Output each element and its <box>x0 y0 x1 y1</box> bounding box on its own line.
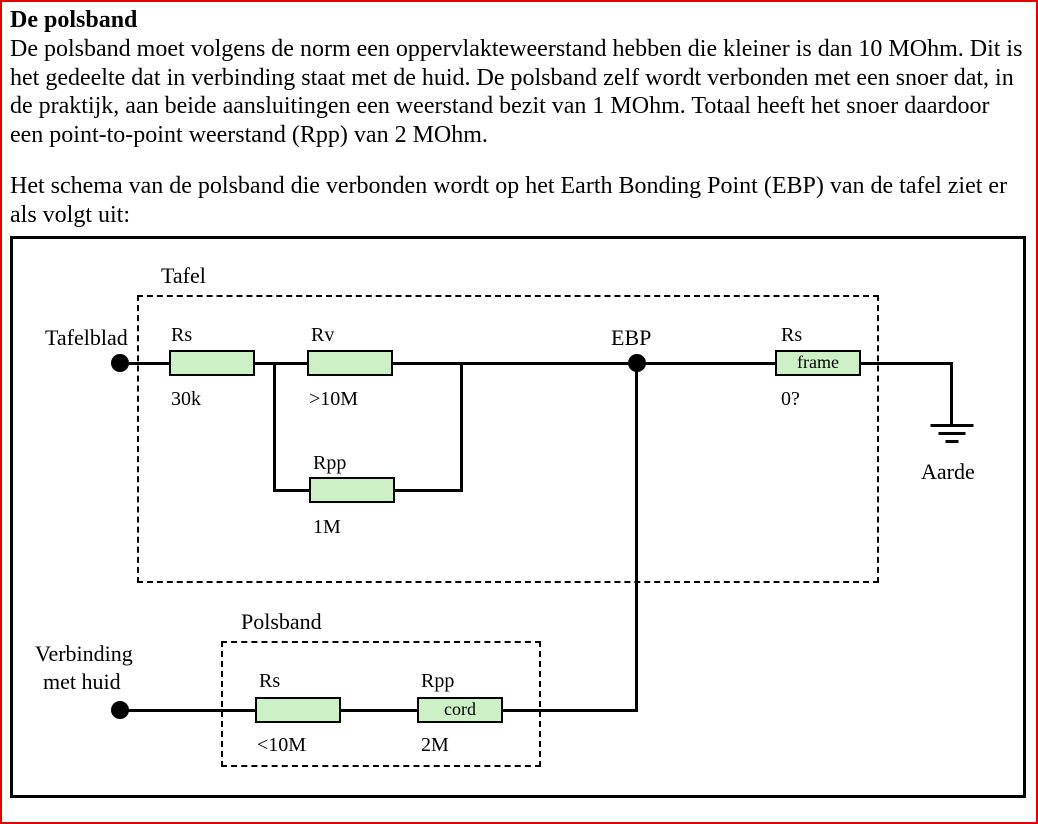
rs-frame-resistor: frame <box>775 350 861 376</box>
aarde-label: Aarde <box>921 459 975 485</box>
rpp-tafel-resistor <box>309 477 395 503</box>
paragraph-2: Het schema van de polsband die verbonden… <box>10 172 1028 230</box>
rs-pols-name: Rs <box>259 669 280 693</box>
wire <box>121 709 255 712</box>
rv-tafel-name: Rv <box>311 323 334 347</box>
wire <box>393 362 637 365</box>
schematic: Tafel Tafelblad Rs 30k Rv >10M EBP Rs fr… <box>10 236 1026 798</box>
wire <box>255 362 307 365</box>
wire <box>460 362 463 492</box>
ground-icon <box>930 424 973 454</box>
page-title: De polsband <box>10 7 137 33</box>
rs-frame-inner: frame <box>797 352 839 374</box>
tafel-group <box>137 295 879 583</box>
rs-tafel-name: Rs <box>171 323 192 347</box>
rpp-tafel-name: Rpp <box>313 451 346 475</box>
wire <box>635 365 638 712</box>
rv-tafel-resistor <box>307 350 393 376</box>
rpp-tafel-value: 1M <box>313 515 341 539</box>
verbinding-label-1: Verbinding <box>35 641 133 667</box>
wire <box>950 362 953 424</box>
rv-tafel-value: >10M <box>309 387 358 411</box>
tafelblad-label: Tafelblad <box>45 325 128 351</box>
rs-frame-value: 0? <box>781 387 800 411</box>
wire <box>121 362 169 365</box>
verbinding-label-2: met huid <box>43 669 121 695</box>
rs-pols-value: <10M <box>257 733 306 757</box>
rs-frame-name: Rs <box>781 323 802 347</box>
polsband-label: Polsband <box>241 609 322 635</box>
rs-tafel-resistor <box>169 350 255 376</box>
wire <box>273 362 276 492</box>
paragraph-1: De polsband moet volgens de norm een opp… <box>10 36 1022 148</box>
wire <box>637 362 775 365</box>
wire <box>341 709 417 712</box>
wire <box>395 489 463 492</box>
rpp-pols-inner: cord <box>444 699 476 721</box>
rpp-pols-name: Rpp <box>421 669 454 693</box>
ebp-label: EBP <box>611 325 651 351</box>
tafel-label: Tafel <box>161 263 206 289</box>
wire <box>503 709 638 712</box>
wire <box>861 362 953 365</box>
rpp-pols-value: 2M <box>421 733 449 757</box>
rpp-pols-resistor: cord <box>417 697 503 723</box>
rs-pols-resistor <box>255 697 341 723</box>
wire <box>273 489 309 492</box>
rs-tafel-value: 30k <box>171 387 201 411</box>
